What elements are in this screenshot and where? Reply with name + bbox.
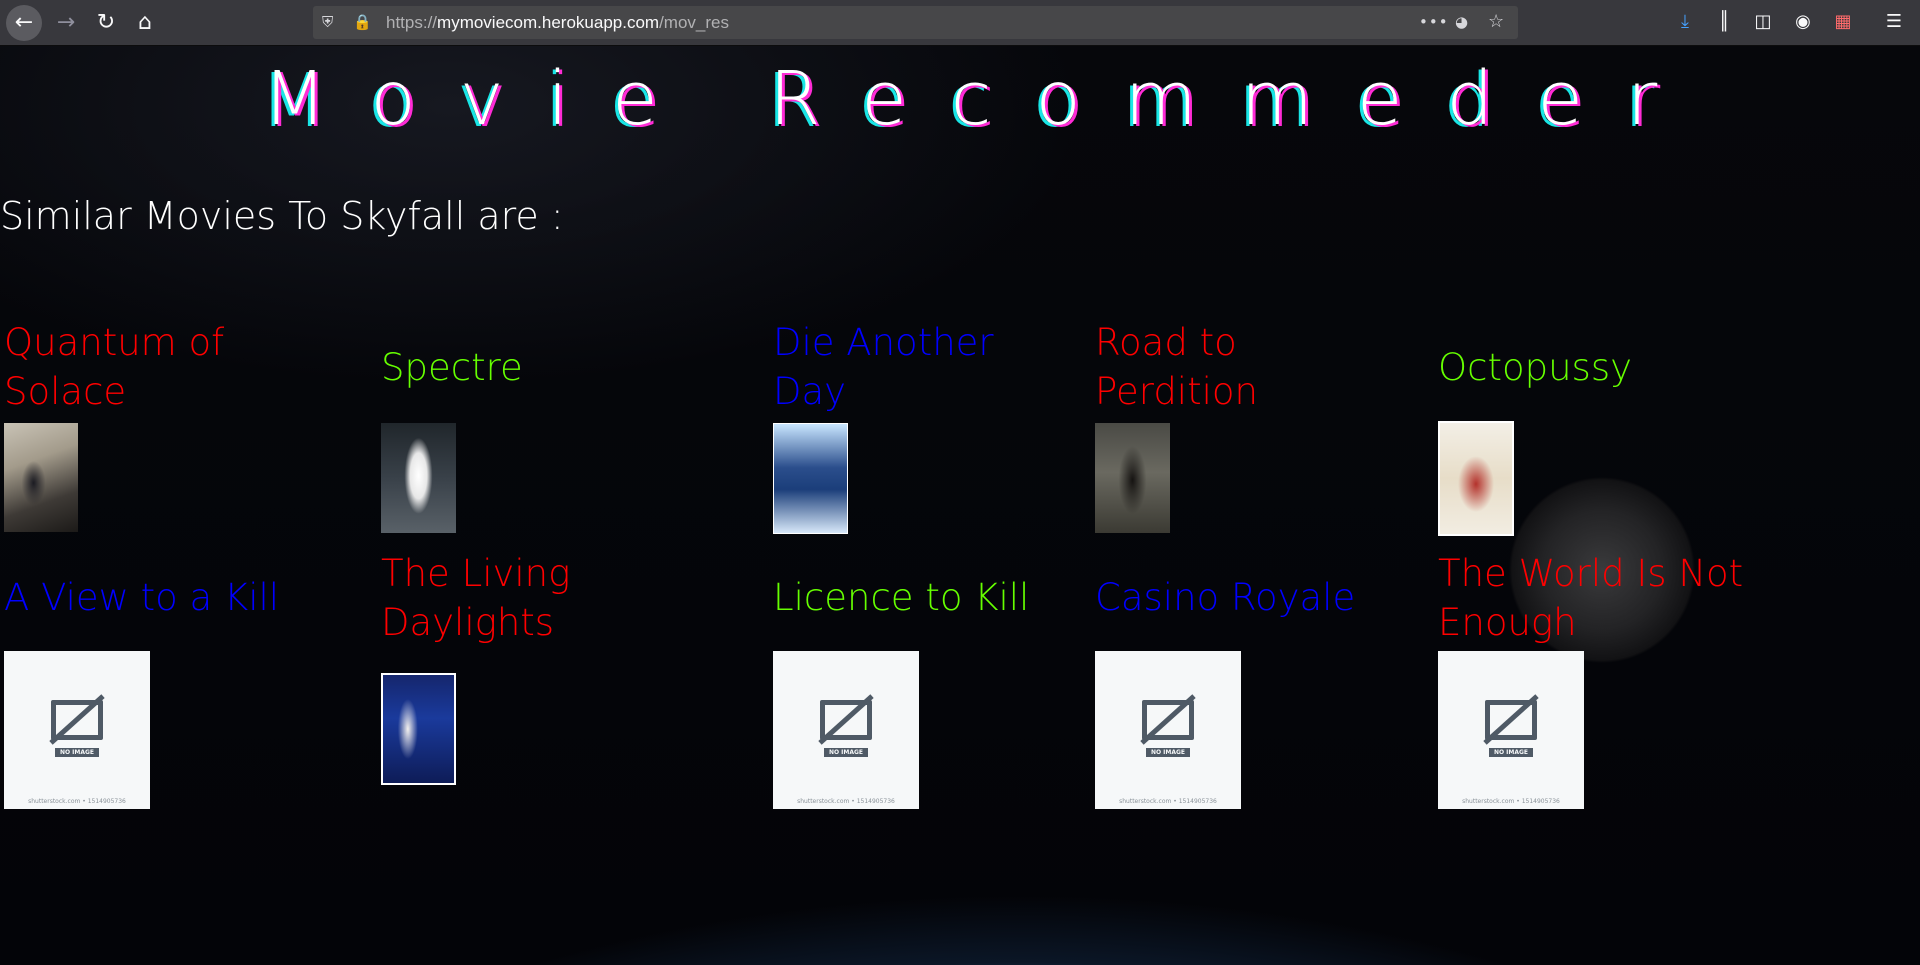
no-image-placeholder: NO IMAGE shutterstock.com • 1514905736: [1095, 651, 1241, 809]
back-arrow-icon[interactable]: ←: [6, 5, 42, 41]
movie-poster: [1095, 423, 1170, 533]
movie-title: Spectre: [381, 346, 523, 389]
movie-title: Road to Perdition: [1095, 321, 1258, 413]
movie-title: A View to a Kill: [4, 576, 280, 619]
screenshot-icon[interactable]: ▦: [1831, 11, 1855, 33]
tracking-protection-shield-icon[interactable]: ⛨: [322, 13, 333, 31]
library-icon[interactable]: ║: [1712, 11, 1736, 33]
more-actions-icon[interactable]: •••: [1419, 13, 1449, 31]
movie-title: The Living Daylights: [381, 552, 571, 644]
results-heading: Similar Movies To Skyfall are :: [0, 194, 564, 238]
no-image-label: NO IMAGE: [1489, 748, 1533, 757]
no-image-placeholder: NO IMAGE shutterstock.com • 1514905736: [4, 651, 150, 809]
no-image-placeholder: NO IMAGE shutterstock.com • 1514905736: [773, 651, 919, 809]
download-icon[interactable]: ⤓: [1673, 11, 1697, 33]
url-bar[interactable]: ⛨ 🔒 https://mymoviecom.herokuapp.com/mov…: [313, 6, 1518, 39]
movie-title: Casino Royale: [1095, 576, 1356, 619]
movie-title: The World Is Not Enough: [1438, 552, 1744, 644]
account-icon[interactable]: ◉: [1791, 11, 1815, 33]
forward-arrow-icon[interactable]: →: [48, 5, 84, 41]
no-image-footer: shutterstock.com • 1514905736: [1119, 798, 1217, 805]
no-image-label: NO IMAGE: [1146, 748, 1190, 757]
home-icon[interactable]: ⌂: [127, 5, 163, 41]
no-image-label: NO IMAGE: [55, 748, 99, 757]
star-icon[interactable]: ☆: [1488, 13, 1504, 31]
movie-poster: [1438, 421, 1514, 536]
movie-poster: [773, 423, 848, 534]
movie-title: Quantum of Solace: [4, 321, 225, 413]
sidebar-icon[interactable]: ◫: [1751, 11, 1775, 33]
lock-icon[interactable]: 🔒: [353, 13, 372, 31]
movie-poster: [381, 673, 456, 785]
movie-title: Licence to Kill: [773, 576, 1030, 619]
url-host: mymoviecom.herokuapp.com: [437, 13, 660, 32]
no-image-footer: shutterstock.com • 1514905736: [1462, 798, 1560, 805]
no-image-footer: shutterstock.com • 1514905736: [28, 798, 126, 805]
no-image-footer: shutterstock.com • 1514905736: [797, 798, 895, 805]
movie-title: Octopussy: [1438, 346, 1632, 389]
movie-poster: [381, 423, 456, 533]
site-title: Movie Recommeder: [262, 56, 1702, 142]
page-content: Movie Recommeder Similar Movies To Skyfa…: [0, 46, 1920, 965]
movie-title: Die Another Day: [773, 321, 994, 413]
hamburger-menu-icon[interactable]: ☰: [1882, 11, 1906, 33]
url-path: /mov_res: [659, 13, 729, 32]
movie-poster: [4, 423, 78, 532]
no-image-label: NO IMAGE: [824, 748, 868, 757]
pocket-icon[interactable]: ◕: [1455, 13, 1468, 31]
reload-icon[interactable]: ↻: [88, 5, 124, 41]
browser-toolbar: ← → ↻ ⌂ ⛨ 🔒 https://mymoviecom.herokuapp…: [0, 0, 1920, 46]
no-image-placeholder: NO IMAGE shutterstock.com • 1514905736: [1438, 651, 1584, 809]
url-scheme: https://: [386, 13, 438, 32]
url-text[interactable]: https://mymoviecom.herokuapp.com/mov_res: [386, 13, 729, 33]
